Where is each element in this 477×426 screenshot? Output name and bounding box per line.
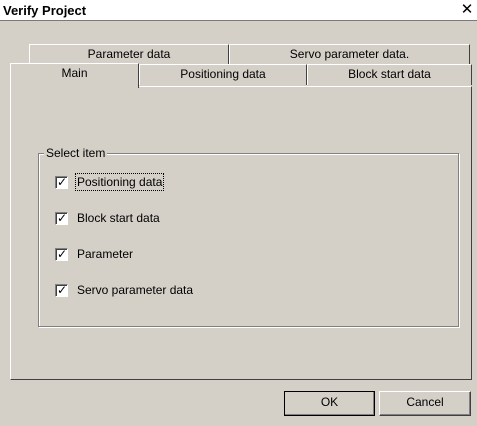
close-icon[interactable]: ✕ xyxy=(459,2,475,17)
cancel-button-label: Cancel xyxy=(406,395,444,409)
checkbox-label[interactable]: Parameter xyxy=(77,247,133,261)
checkmark-icon: ✓ xyxy=(56,246,68,261)
checkbox-positioning-data[interactable]: ✓ Positioning data xyxy=(55,173,165,191)
main-tab-panel: Select item ✓ Positioning data ✓ Block s… xyxy=(10,86,472,380)
verify-project-dialog: Verify Project ✕ Parameter data Servo pa… xyxy=(0,0,477,426)
title-bar: Verify Project ✕ xyxy=(0,0,477,21)
ok-button[interactable]: OK xyxy=(284,391,375,416)
checkmark-icon: ✓ xyxy=(56,282,68,297)
tab-label: Parameter data xyxy=(87,47,171,61)
ok-button-label: OK xyxy=(320,395,339,409)
tab-label: Block start data xyxy=(348,67,431,81)
checkmark-icon: ✓ xyxy=(56,210,68,225)
checkbox-servo-parameter-data[interactable]: ✓ Servo parameter data xyxy=(55,281,193,299)
checkmark-icon: ✓ xyxy=(56,174,68,189)
tab-label: Servo parameter data. xyxy=(289,47,410,61)
checkbox-box[interactable]: ✓ xyxy=(55,246,68,261)
checkbox-parameter[interactable]: ✓ Parameter xyxy=(55,245,133,263)
checkbox-block-start-data[interactable]: ✓ Block start data xyxy=(55,209,160,227)
checkbox-label[interactable]: Block start data xyxy=(77,211,160,225)
tab-servo-parameter-data[interactable]: Servo parameter data. xyxy=(229,44,470,64)
tab-parameter-data[interactable]: Parameter data xyxy=(29,44,229,64)
checkbox-box[interactable]: ✓ xyxy=(55,210,68,225)
groupbox-label: Select item xyxy=(44,146,108,160)
window-title: Verify Project xyxy=(3,3,87,18)
tab-positioning-data[interactable]: Positioning data xyxy=(139,64,307,85)
tab-main[interactable]: Main xyxy=(10,63,139,88)
checkbox-label[interactable]: Positioning data xyxy=(74,173,165,191)
checkbox-box[interactable]: ✓ xyxy=(55,282,68,297)
cancel-button[interactable]: Cancel xyxy=(379,391,471,416)
checkbox-box[interactable]: ✓ xyxy=(55,174,68,189)
tab-block-start-data[interactable]: Block start data xyxy=(307,64,472,85)
tab-label: Positioning data xyxy=(180,67,266,81)
checkbox-label[interactable]: Servo parameter data xyxy=(77,283,193,297)
select-item-groupbox: Select item ✓ Positioning data ✓ Block s… xyxy=(38,146,459,327)
tab-label: Main xyxy=(61,66,88,80)
